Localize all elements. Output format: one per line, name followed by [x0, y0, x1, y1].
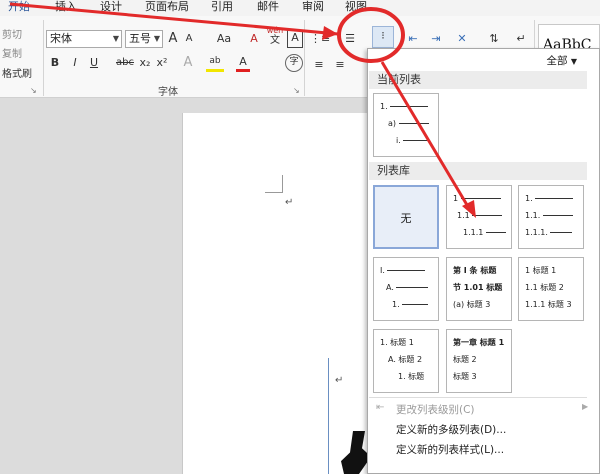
annotation-circle [337, 7, 405, 63]
annotation-arrow-down [380, 61, 472, 211]
annotation-overlay [9, 2, 476, 218]
annotation-arrow-top [9, 2, 339, 36]
annotation-arrowhead [322, 26, 338, 40]
